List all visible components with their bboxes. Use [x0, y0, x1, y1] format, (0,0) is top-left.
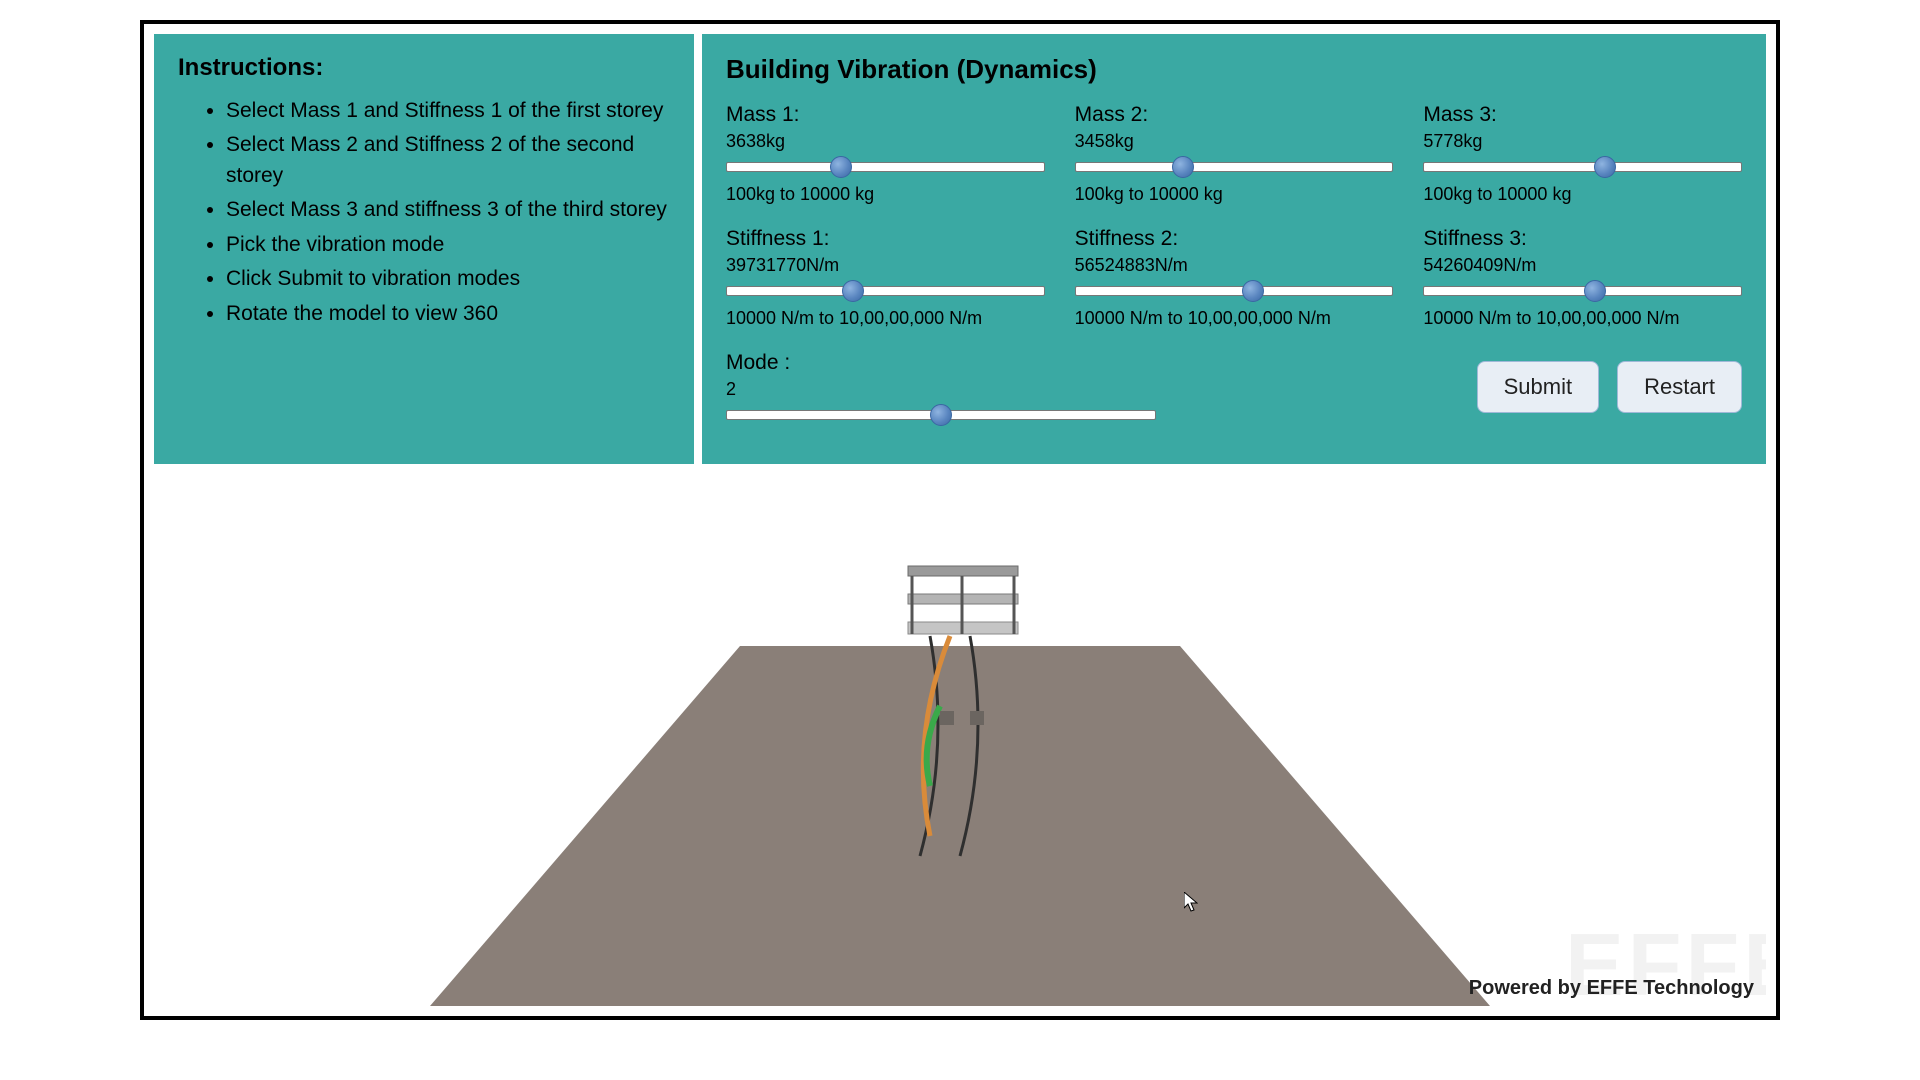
footer-credit: Powered by EFFE Technology [1469, 977, 1754, 1000]
cursor-icon [1184, 892, 1198, 912]
stiff3-range: 10000 N/m to 10,00,00,000 N/m [1423, 308, 1742, 329]
instruction-item: Pick the vibration mode [226, 230, 670, 260]
stiff1-block: Stiffness 1: 39731770N/m 10000 N/m to 10… [726, 227, 1045, 329]
mass2-block: Mass 2: 3458kg 100kg to 10000 kg [1075, 103, 1394, 205]
slider-track [726, 286, 1045, 296]
submit-button[interactable]: Submit [1477, 361, 1599, 413]
controls-panel: Building Vibration (Dynamics) Mass 1: 36… [702, 34, 1766, 464]
slider-track [726, 162, 1045, 172]
slider-track [1075, 286, 1394, 296]
stiff1-value: 39731770N/m [726, 255, 1045, 276]
stiff1-label: Stiffness 1: [726, 227, 1045, 251]
slider-thumb[interactable] [1594, 156, 1616, 178]
slider-thumb[interactable] [1584, 280, 1606, 302]
mass2-range: 100kg to 10000 kg [1075, 184, 1394, 205]
controls-title: Building Vibration (Dynamics) [726, 54, 1742, 85]
slider-track [1423, 286, 1742, 296]
stiff3-label: Stiffness 3: [1423, 227, 1742, 251]
stiff2-slider[interactable] [1075, 282, 1394, 300]
mass3-block: Mass 3: 5778kg 100kg to 10000 kg [1423, 103, 1742, 205]
app-frame: Instructions: Select Mass 1 and Stiffnes… [140, 20, 1780, 1020]
mass3-range: 100kg to 10000 kg [1423, 184, 1742, 205]
mass3-slider[interactable] [1423, 158, 1742, 176]
slider-thumb[interactable] [930, 404, 952, 426]
mode-block: Mode : 2 [726, 351, 1156, 424]
slider-track [1075, 162, 1394, 172]
slider-thumb[interactable] [1172, 156, 1194, 178]
mass1-slider[interactable] [726, 158, 1045, 176]
top-row: Instructions: Select Mass 1 and Stiffnes… [154, 34, 1766, 464]
instruction-item: Rotate the model to view 360 [226, 299, 670, 329]
mode-slider[interactable] [726, 406, 1156, 424]
instructions-list: Select Mass 1 and Stiffness 1 of the fir… [178, 96, 670, 329]
instruction-item: Select Mass 1 and Stiffness 1 of the fir… [226, 96, 670, 126]
mode-label: Mode : [726, 351, 1156, 375]
slider-grid: Mass 1: 3638kg 100kg to 10000 kg Mass 2:… [726, 103, 1742, 329]
button-area: Submit Restart [1196, 351, 1742, 413]
stiff2-value: 56524883N/m [1075, 255, 1394, 276]
slider-thumb[interactable] [1242, 280, 1264, 302]
instructions-panel: Instructions: Select Mass 1 and Stiffnes… [154, 34, 694, 464]
instruction-item: Select Mass 3 and stiffness 3 of the thi… [226, 195, 670, 225]
mass1-value: 3638kg [726, 131, 1045, 152]
mass2-value: 3458kg [1075, 131, 1394, 152]
bottom-controls: Mode : 2 Submit Restart [726, 351, 1742, 424]
mass1-range: 100kg to 10000 kg [726, 184, 1045, 205]
stiff1-slider[interactable] [726, 282, 1045, 300]
slider-thumb[interactable] [830, 156, 852, 178]
model-viewport[interactable]: EFFE TECHNOLOGY [154, 472, 1766, 1006]
mass3-value: 5778kg [1423, 131, 1742, 152]
instruction-item: Select Mass 2 and Stiffness 2 of the sec… [226, 130, 670, 191]
stiff3-slider[interactable] [1423, 282, 1742, 300]
slider-thumb[interactable] [842, 280, 864, 302]
mass1-label: Mass 1: [726, 103, 1045, 127]
slider-track [1423, 162, 1742, 172]
stiff3-value: 54260409N/m [1423, 255, 1742, 276]
mass2-label: Mass 2: [1075, 103, 1394, 127]
mass2-slider[interactable] [1075, 158, 1394, 176]
mass1-block: Mass 1: 3638kg 100kg to 10000 kg [726, 103, 1045, 205]
mass3-label: Mass 3: [1423, 103, 1742, 127]
stiff3-block: Stiffness 3: 54260409N/m 10000 N/m to 10… [1423, 227, 1742, 329]
stiff1-range: 10000 N/m to 10,00,00,000 N/m [726, 308, 1045, 329]
stiff2-block: Stiffness 2: 56524883N/m 10000 N/m to 10… [1075, 227, 1394, 329]
restart-button[interactable]: Restart [1617, 361, 1742, 413]
instructions-title: Instructions: [178, 54, 670, 82]
model-scene-icon [410, 486, 1510, 1006]
instruction-item: Click Submit to vibration modes [226, 264, 670, 294]
stiff2-label: Stiffness 2: [1075, 227, 1394, 251]
mode-value: 2 [726, 379, 1156, 400]
stiff2-range: 10000 N/m to 10,00,00,000 N/m [1075, 308, 1394, 329]
